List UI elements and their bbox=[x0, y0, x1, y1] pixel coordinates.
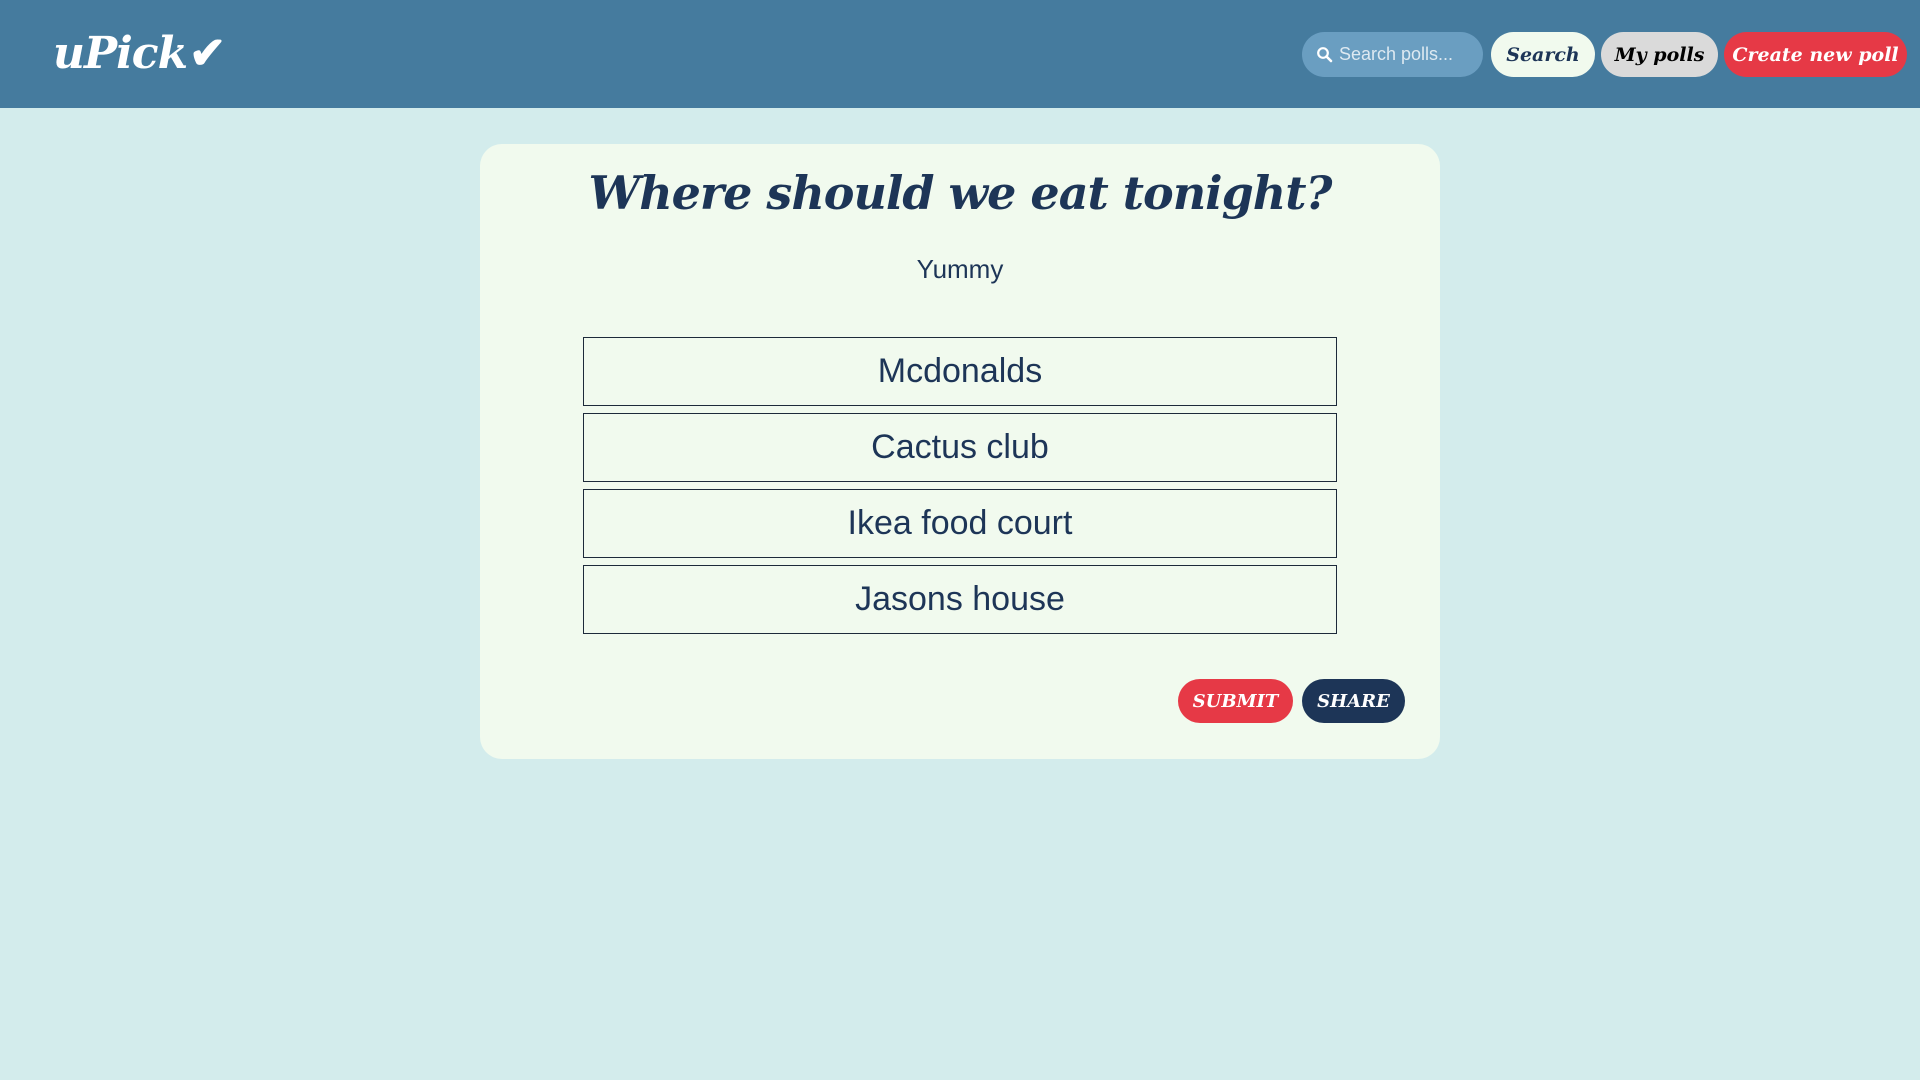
search-box[interactable] bbox=[1302, 32, 1483, 77]
search-button[interactable]: Search bbox=[1491, 32, 1595, 77]
logo[interactable]: uPick✔ bbox=[53, 28, 226, 80]
share-button[interactable]: SHARE bbox=[1302, 679, 1405, 723]
logo-text: uPick bbox=[53, 28, 188, 79]
poll-option[interactable]: Cactus club bbox=[583, 413, 1337, 482]
poll-option[interactable]: Jasons house bbox=[583, 565, 1337, 634]
search-input[interactable] bbox=[1339, 44, 1479, 65]
search-icon bbox=[1316, 46, 1333, 63]
create-poll-button[interactable]: Create new poll bbox=[1724, 32, 1907, 77]
poll-description: Yummy bbox=[916, 254, 1004, 284]
poll-option[interactable]: Ikea food court bbox=[583, 489, 1337, 558]
poll-card: Where should we eat tonight? Yummy Mcdon… bbox=[480, 144, 1440, 759]
my-polls-button[interactable]: My polls bbox=[1601, 32, 1718, 77]
check-icon: ✔ bbox=[189, 28, 226, 79]
poll-option[interactable]: Mcdonalds bbox=[583, 337, 1337, 406]
poll-options: Mcdonalds Cactus club Ikea food court Ja… bbox=[583, 337, 1337, 641]
navbar: uPick✔ Search My polls Create new poll bbox=[0, 0, 1920, 108]
poll-title: Where should we eat tonight? bbox=[588, 166, 1333, 220]
submit-button[interactable]: SUBMIT bbox=[1178, 679, 1293, 723]
